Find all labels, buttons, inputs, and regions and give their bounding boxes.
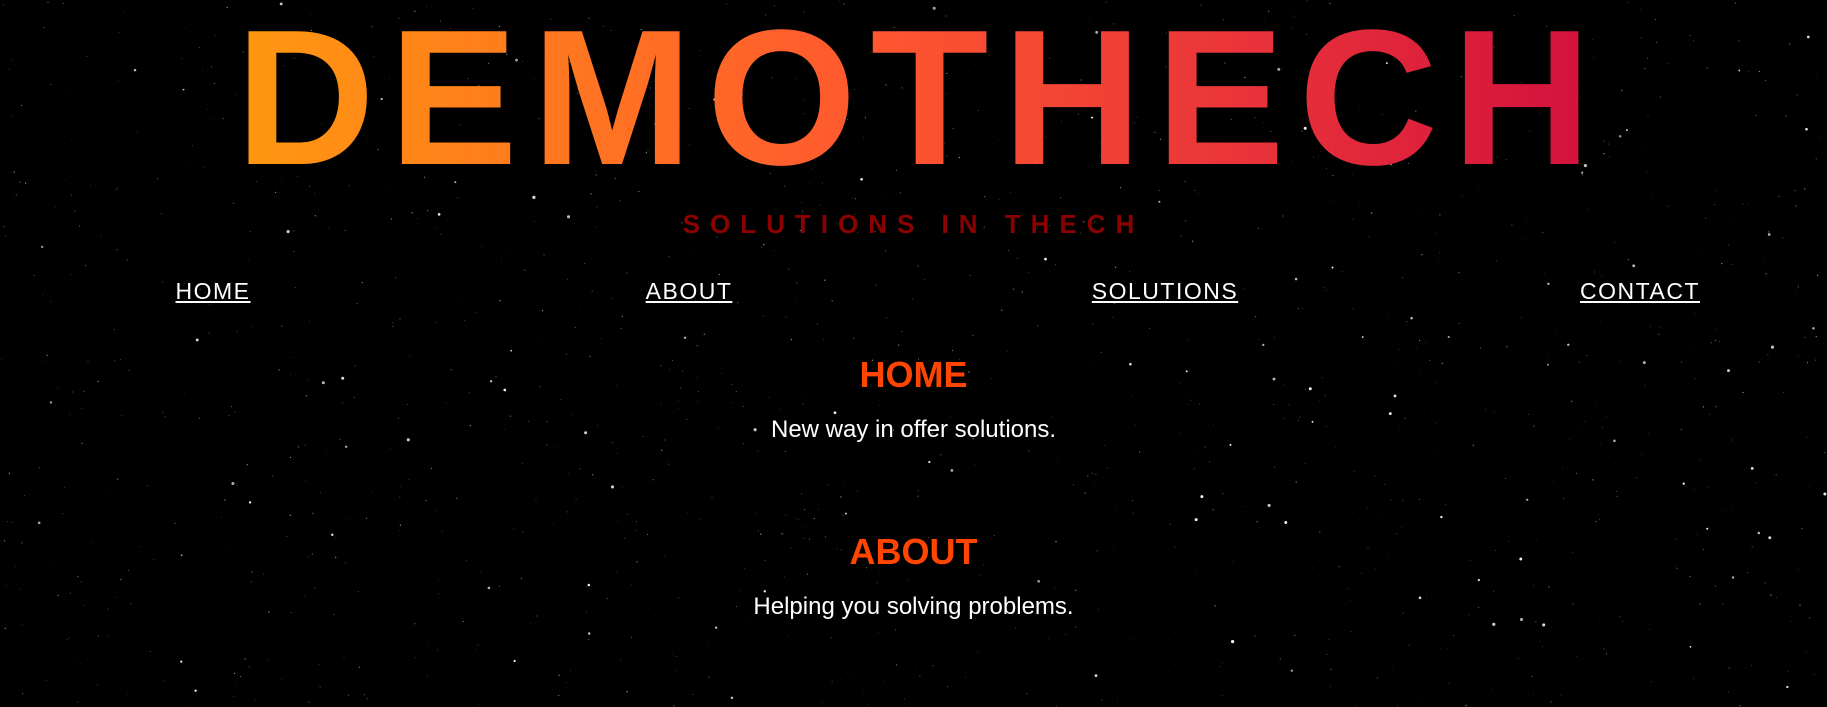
main-nav: HOME ABOUT SOLUTIONS CONTACT <box>0 278 1827 308</box>
section-title-home: HOME <box>859 354 968 395</box>
section-title-about: ABOUT <box>849 531 978 572</box>
section-text-home: New way in offer solutions. <box>770 416 1057 443</box>
site-logo: DEMOTHECH <box>0 1 1827 194</box>
page-content: DEMOTHECH SOLUTIONS IN THECH HOME ABOUT … <box>0 0 1827 707</box>
nav-link-home[interactable]: HOME <box>176 278 251 305</box>
nav-link-contact[interactable]: CONTACT <box>1580 278 1700 305</box>
nav-link-about[interactable]: ABOUT <box>646 278 733 305</box>
logo-text: DEMOTHECH <box>222 0 1606 205</box>
section-text-about: Helping you solving problems. <box>753 593 1074 620</box>
nav-link-solutions[interactable]: SOLUTIONS <box>1092 278 1238 305</box>
site-tagline: SOLUTIONS IN THECH <box>682 209 1145 239</box>
